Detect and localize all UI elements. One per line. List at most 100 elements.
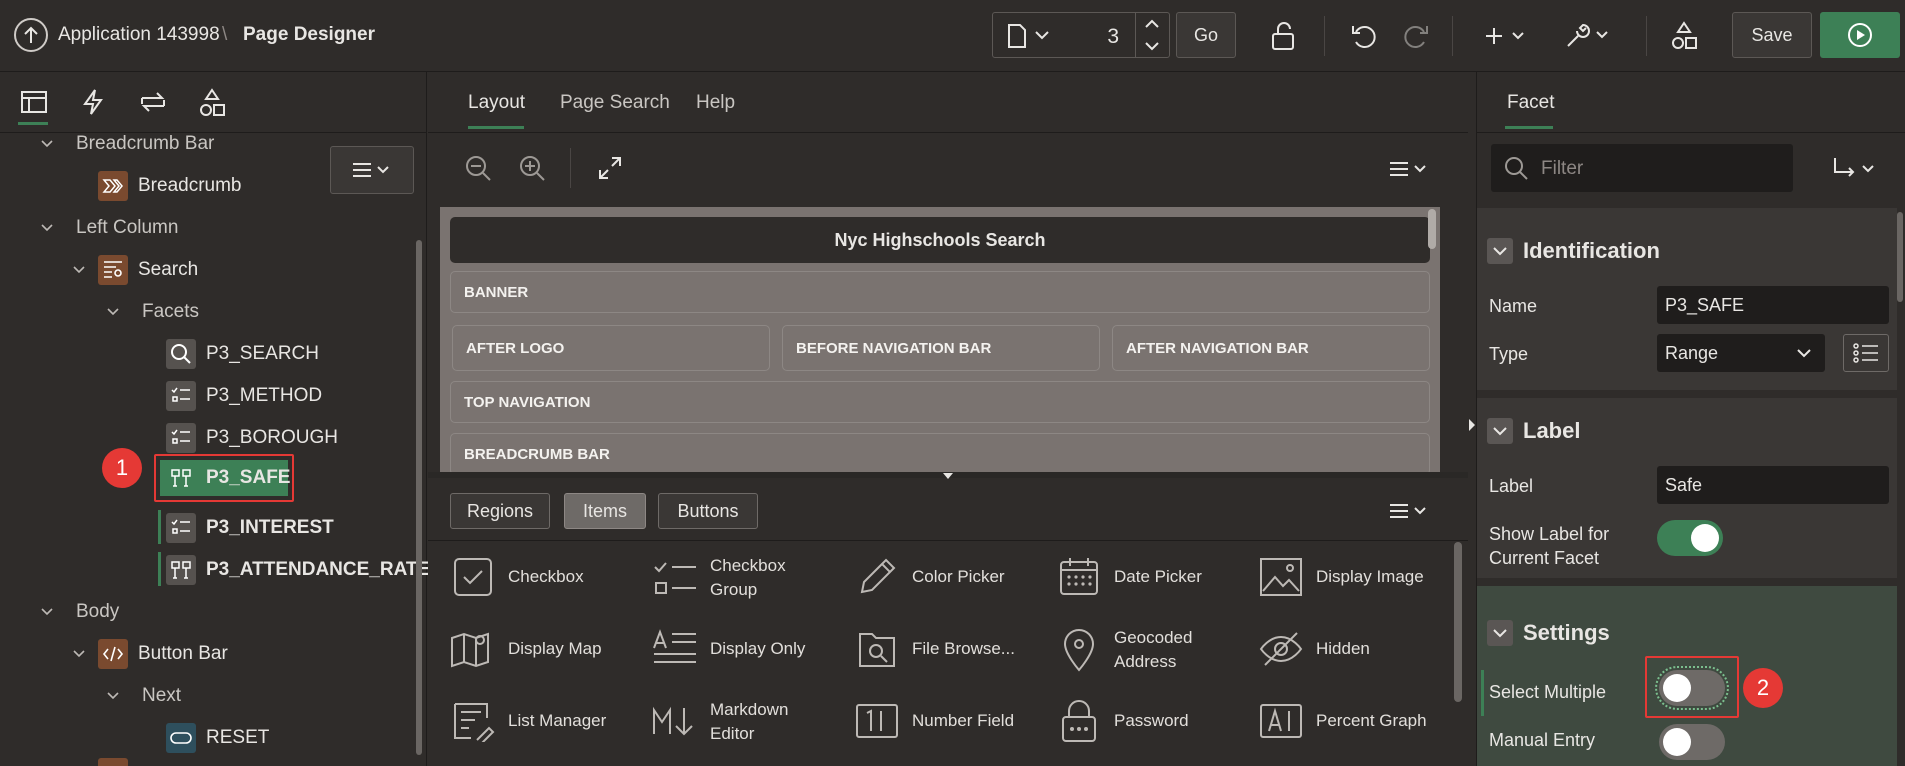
tab-facet[interactable]: Facet: [1507, 92, 1555, 114]
tab-layout[interactable]: Layout: [468, 92, 525, 114]
gallery-tab-items[interactable]: Items: [564, 493, 646, 529]
tree-node-p3-method[interactable]: P3_METHOD: [166, 376, 322, 416]
chevron-down-icon[interactable]: [72, 647, 86, 661]
rendering-tab-icon[interactable]: [20, 90, 48, 114]
chevron-down-icon[interactable]: [40, 137, 54, 151]
gallery-item-percent-graph[interactable]: Percent Graph: [1258, 698, 1427, 744]
chevron-down-icon[interactable]: [72, 263, 86, 277]
filter-input[interactable]: Filter: [1491, 144, 1793, 192]
gallery-item-display-map[interactable]: Display Map: [450, 626, 602, 672]
section-settings[interactable]: Settings: [1487, 608, 1897, 658]
save-button[interactable]: Save: [1732, 12, 1812, 58]
section-identification[interactable]: Identification: [1487, 226, 1897, 276]
page-number-input[interactable]: 3: [1107, 25, 1119, 49]
zoom-in-icon[interactable]: [518, 154, 546, 182]
tree-node-p3-search[interactable]: P3_SEARCH: [166, 334, 319, 374]
slot-top-navigation[interactable]: TOP NAVIGATION: [450, 381, 1430, 423]
slot-breadcrumb-bar[interactable]: BREADCRUMB BAR: [450, 433, 1430, 472]
tree-node-body[interactable]: Body: [40, 592, 119, 632]
layout-canvas[interactable]: Nyc Highschools Search BANNER AFTER LOGO…: [440, 207, 1440, 472]
processing-tab-icon[interactable]: [138, 88, 168, 116]
manual-entry-toggle[interactable]: [1659, 724, 1725, 760]
tree-node-p3-borough[interactable]: P3_BOROUGH: [166, 418, 338, 458]
gallery-item-checkbox[interactable]: Checkbox: [450, 554, 584, 600]
gallery-item-number-field[interactable]: Number Field: [854, 698, 1014, 744]
properties-scrollbar[interactable]: [1897, 212, 1903, 302]
show-label-toggle[interactable]: [1657, 520, 1723, 556]
expand-icon[interactable]: [598, 156, 622, 180]
tree-node-breadcrumb-bar[interactable]: Breadcrumb Bar: [40, 124, 214, 164]
section-label[interactable]: Label: [1487, 406, 1897, 456]
go-to-group-icon[interactable]: [1831, 156, 1881, 182]
page-header-region[interactable]: Nyc Highschools Search: [450, 217, 1430, 263]
redo-icon[interactable]: [1398, 18, 1434, 54]
tree-node-p3-attendance-rate[interactable]: P3_ATTENDANCE_RATE: [166, 550, 430, 590]
zoom-out-icon[interactable]: [464, 154, 492, 182]
slot-after-logo[interactable]: AFTER LOGO: [452, 325, 770, 371]
tree-node-breadcrumb[interactable]: Breadcrumb: [98, 166, 242, 206]
gallery-item-hidden[interactable]: Hidden: [1258, 626, 1370, 672]
tab-help[interactable]: Help: [696, 92, 735, 114]
gallery-tab-regions[interactable]: Regions: [450, 493, 550, 529]
undo-icon[interactable]: [1346, 18, 1382, 54]
tab-page-search[interactable]: Page Search: [560, 92, 670, 114]
tree-label: Facets: [142, 301, 200, 322]
slot-after-navigation-bar[interactable]: AFTER NAVIGATION BAR: [1112, 325, 1430, 371]
run-page-button[interactable]: [1820, 12, 1900, 58]
tree-scrollbar[interactable]: [416, 240, 422, 755]
tree-node-search[interactable]: Search: [72, 250, 198, 290]
list-view-icon[interactable]: [1843, 334, 1889, 372]
slot-banner[interactable]: BANNER: [450, 271, 1430, 313]
chevron-down-icon[interactable]: [40, 221, 54, 235]
tree-node-p3-safe[interactable]: P3_SAFE: [166, 458, 290, 498]
shared-components-icon[interactable]: [1666, 18, 1702, 54]
splitter-down-icon[interactable]: [942, 472, 954, 480]
tree-node-left-column[interactable]: Left Column: [40, 208, 178, 248]
app-title-link[interactable]: Application 143998: [58, 24, 220, 46]
tree-node-next[interactable]: Next: [106, 676, 181, 716]
page-up-icon[interactable]: [1145, 19, 1159, 29]
gallery-item-markdown-editor[interactable]: Markdown Editor: [652, 698, 788, 746]
gallery-item-password[interactable]: Password: [1056, 698, 1189, 744]
up-arrow-icon[interactable]: [14, 18, 48, 52]
gallery-item-geocoded-address[interactable]: Geocoded Address: [1056, 626, 1192, 674]
tree-menu-button[interactable]: [330, 146, 414, 194]
gallery-item-display-only[interactable]: Display Only: [652, 626, 805, 672]
layout-menu-icon[interactable]: [1388, 160, 1430, 178]
gallery-scrollbar[interactable]: [1454, 542, 1462, 702]
tree-node-reset[interactable]: RESET: [166, 718, 269, 758]
name-field[interactable]: P3_SAFE: [1657, 286, 1889, 324]
page-down-icon[interactable]: [1145, 41, 1159, 51]
chevron-down-icon[interactable]: [40, 605, 54, 619]
slot-before-navigation-bar[interactable]: BEFORE NAVIGATION BAR: [782, 325, 1100, 371]
canvas-scrollbar[interactable]: [1428, 209, 1436, 249]
gallery-item-checkbox-group[interactable]: Checkbox Group: [652, 554, 786, 602]
active-tab-indicator: [468, 126, 524, 129]
collapse-toggle-icon[interactable]: [1487, 620, 1513, 646]
tree-node-button-bar[interactable]: Button Bar: [72, 634, 228, 674]
go-button[interactable]: Go: [1176, 12, 1236, 58]
gallery-item-display-image[interactable]: Display Image: [1258, 554, 1424, 600]
gallery-item-list-manager[interactable]: List Manager: [450, 698, 606, 744]
collapse-right-icon[interactable]: [1468, 418, 1476, 432]
tree-node-facets[interactable]: Facets: [106, 292, 199, 332]
page-selector[interactable]: 3: [992, 12, 1170, 58]
chevron-down-icon[interactable]: [106, 689, 120, 703]
utilities-wrench-icon[interactable]: [1564, 18, 1614, 54]
dynamic-actions-tab-icon[interactable]: [82, 88, 104, 116]
gallery-item-color-picker[interactable]: Color Picker: [854, 554, 1005, 600]
shared-components-tab-icon[interactable]: [198, 88, 226, 118]
create-menu-button[interactable]: [1482, 18, 1532, 54]
type-select[interactable]: Range: [1657, 334, 1825, 372]
collapse-toggle-icon[interactable]: [1487, 418, 1513, 444]
collapse-toggle-icon[interactable]: [1487, 238, 1513, 264]
gallery-item-date-picker[interactable]: Date Picker: [1056, 554, 1202, 600]
label-field[interactable]: Safe: [1657, 466, 1889, 504]
unlock-icon[interactable]: [1266, 18, 1302, 54]
tree-node-p3-interest[interactable]: P3_INTEREST: [166, 508, 334, 548]
gallery-tab-buttons[interactable]: Buttons: [658, 493, 758, 529]
chevron-down-icon[interactable]: [106, 305, 120, 319]
gallery-item-file-browse[interactable]: File Browse...: [854, 626, 1015, 672]
select-multiple-toggle[interactable]: [1655, 666, 1729, 710]
gallery-menu-icon[interactable]: [1388, 502, 1430, 520]
